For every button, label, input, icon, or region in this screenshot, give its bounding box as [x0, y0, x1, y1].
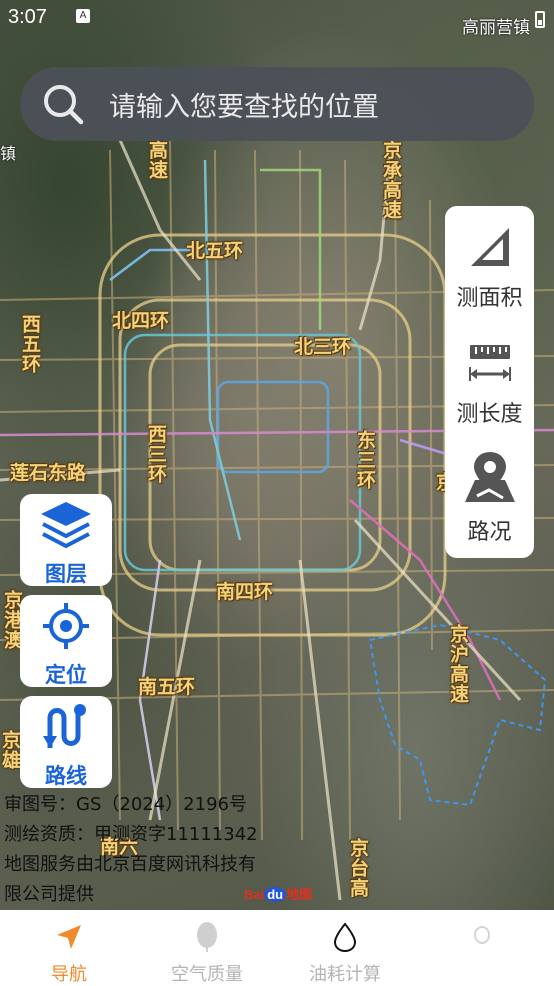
logo-text-cn: 地图	[286, 887, 313, 902]
road-label-dong-san-huan: 东三环	[354, 430, 376, 490]
search-input[interactable]: 请输入您要查找的位置	[109, 85, 379, 124]
nav-navigation-label: 导航	[51, 964, 87, 985]
road-label-xi-san-huan: 西三环	[145, 424, 167, 484]
left-edge-label: 镇	[0, 144, 17, 163]
search-bar[interactable]: 请输入您要查找的位置	[20, 67, 534, 141]
crosshair-icon	[41, 601, 91, 655]
measure-length-label: 测长度	[456, 402, 523, 427]
map-copyright: 审图号：GS（2024）2196号 测绘资质：甲测资字11111342 地图服务…	[4, 790, 258, 910]
route-label: 路线	[45, 764, 87, 788]
map-pin-icon	[463, 450, 517, 508]
locate-button[interactable]: 定位	[20, 595, 112, 687]
road-label-bei-wu-huan: 北五环	[186, 240, 244, 262]
road-label-top-gaosu: 高速	[146, 140, 168, 180]
nav-navigation[interactable]: 导航	[0, 910, 138, 986]
road-label-jinghu-gaosu: 京沪高速	[447, 624, 469, 704]
drop-icon	[330, 922, 360, 956]
ruler-icon	[467, 340, 513, 390]
copyright-line: 测绘资质：甲测资字11111342	[4, 824, 258, 845]
layers-label: 图层	[45, 562, 87, 586]
nav-air-quality[interactable]: 空气质量	[138, 910, 276, 986]
navigation-arrow-icon	[54, 922, 84, 956]
copyright-line: 地图服务由北京百度网讯科技有	[4, 854, 256, 875]
road-label-jingxiong: 京雄	[0, 730, 21, 770]
nav-fuel-calc[interactable]: 油耗计算	[276, 910, 414, 986]
route-button[interactable]: 路线	[20, 696, 112, 788]
measure-length-button[interactable]: 测长度	[445, 340, 534, 428]
road-label-nan-wu-huan: 南五环	[138, 676, 196, 698]
road-label-lianshi-dong-lu: 莲石东路	[10, 462, 87, 484]
road-label-jinggang: 京港澳	[1, 590, 23, 650]
road-label-jingcheng: 京承高速	[380, 140, 402, 220]
ruler-triangle-icon	[467, 224, 513, 274]
logo-paw: du	[264, 887, 287, 902]
leaf-icon	[192, 922, 222, 956]
notification-icon: A	[76, 9, 90, 23]
bottom-nav: 导航 空气质量 油耗计算	[0, 910, 554, 986]
road-label-xi-wu-huan: 西五环	[19, 314, 41, 374]
measure-area-label: 测面积	[456, 286, 523, 311]
locate-label: 定位	[45, 663, 87, 687]
road-label-bei-si-huan: 北四环	[112, 310, 170, 332]
copyright-line: 限公司提供	[4, 884, 94, 905]
layers-icon	[39, 500, 93, 554]
copyright-line: 审图号：GS（2024）2196号	[4, 794, 247, 815]
baidu-logo: Bai du 地图	[244, 884, 312, 903]
battery-icon	[535, 11, 545, 28]
logo-text: Bai	[244, 887, 265, 902]
nav-more[interactable]	[414, 910, 554, 986]
traffic-label: 路况	[467, 520, 512, 545]
nav-fuel-calc-label: 油耗计算	[309, 964, 381, 985]
route-icon	[40, 702, 92, 756]
nav-air-quality-label: 空气质量	[171, 964, 243, 985]
tool-panel: 测面积 测长度 路况	[445, 206, 534, 558]
layers-button[interactable]: 图层	[20, 494, 112, 586]
road-label-jingtai-gaosu: 京台高	[347, 838, 369, 898]
traffic-button[interactable]: 路况	[445, 450, 534, 546]
map-town-label: 高丽营镇	[462, 18, 530, 38]
measure-area-button[interactable]: 测面积	[445, 224, 534, 312]
search-icon	[41, 82, 85, 126]
road-label-nan-si-huan: 南四环	[216, 581, 274, 603]
road-label-bei-san-huan: 北三环	[294, 336, 352, 358]
circle-icon	[469, 922, 499, 956]
status-time: 3:07	[8, 6, 47, 28]
